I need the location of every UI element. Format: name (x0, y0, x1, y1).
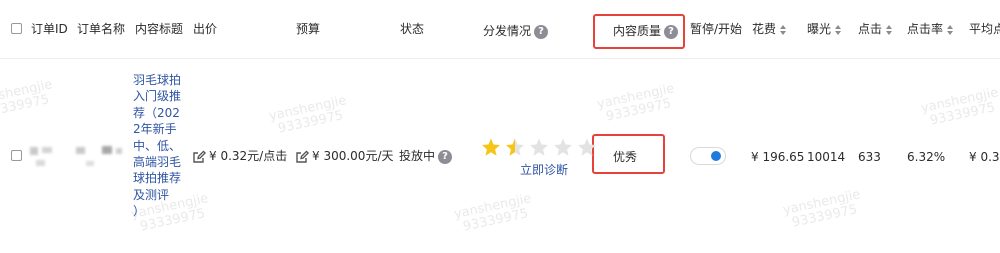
col-content-title: 内容标题 (135, 22, 184, 36)
help-icon[interactable]: ? (534, 24, 549, 39)
pause-start-toggle[interactable] (690, 147, 726, 165)
ctr-value: 6.32% (907, 150, 946, 164)
col-ctr-label: 点击率 (907, 22, 944, 36)
star-icon (577, 138, 597, 156)
bid-value: ¥ 0.32元/点击 (209, 149, 288, 163)
star-icon (481, 138, 501, 156)
sort-icon[interactable] (885, 23, 893, 37)
col-avg: 平均点 (969, 22, 1000, 36)
col-budget: 预算 (296, 22, 321, 36)
sort-icon[interactable] (779, 23, 787, 37)
col-distribution-label: 分发情况 (483, 24, 532, 38)
sort-icon[interactable] (834, 23, 842, 37)
row-checkbox[interactable] (11, 150, 22, 161)
watermark: yanshengjie 93339975 (781, 187, 862, 231)
edit-icon[interactable] (192, 149, 207, 164)
sort-icon[interactable] (946, 23, 954, 37)
col-ctr[interactable]: 点击率 (907, 22, 954, 37)
table-header: 订单ID 订单名称 内容标题 出价 预算 状态 分发情况? 内容质量? 暂停/开… (0, 0, 1000, 58)
quality-value: 优秀 (613, 150, 638, 164)
col-cost-label: 花费 (752, 22, 777, 36)
title-line: 入门级推 (133, 89, 182, 104)
watermark: yanshengjie 93339975 (919, 85, 1000, 129)
star-icon (529, 138, 549, 156)
watermark: yanshengjie 93339975 (452, 191, 533, 235)
title-line: 2年新手 (133, 122, 177, 137)
col-distribution: 分发情况? (483, 24, 549, 39)
col-order-id: 订单ID (31, 22, 68, 36)
title-line: 球拍推荐 (133, 171, 182, 186)
diagnose-link[interactable]: 立即诊断 (520, 163, 568, 177)
watermark: yanshengjie 93339975 (267, 93, 348, 137)
status-cell: 投放中? (399, 149, 453, 164)
header-divider (0, 58, 1000, 59)
col-pause-start: 暂停/开始 (690, 22, 743, 36)
col-exposure-label: 曝光 (807, 22, 832, 36)
col-exposure[interactable]: 曝光 (807, 22, 842, 37)
exposure-value: 10014 (807, 150, 846, 164)
col-bid: 出价 (193, 22, 218, 36)
bid-cell: ¥ 0.32元/点击 (192, 149, 287, 164)
budget-cell: ¥ 300.00元/天 (295, 149, 393, 164)
title-line: 荐（202 (133, 105, 180, 120)
watermark: yanshengjie 93339975 (595, 81, 676, 125)
watermark: yanshengjie 93339975 (0, 77, 54, 121)
cost-value: ¥ 196.65 (751, 150, 805, 164)
col-clicks-label: 点击 (858, 22, 883, 36)
quality-header-highlight (593, 14, 685, 49)
content-title-link[interactable]: 羽毛球拍 入门级推 荐（202 2年新手 中、低、 高端羽毛 球拍推荐 及测评 … (133, 72, 189, 220)
title-line: ） (133, 204, 146, 219)
title-line: 羽毛球拍 (133, 73, 182, 87)
select-all-checkbox[interactable] (11, 23, 22, 34)
col-order-name: 订单名称 (77, 22, 126, 36)
title-line: 高端羽毛 (133, 155, 182, 170)
col-status: 状态 (400, 22, 425, 36)
help-icon[interactable]: ? (438, 149, 453, 164)
toggle-knob (711, 151, 721, 161)
title-line: 中、低、 (133, 138, 182, 153)
edit-icon[interactable] (295, 149, 310, 164)
star-icon (553, 138, 573, 156)
col-cost[interactable]: 花费 (752, 22, 787, 37)
clicks-value: 633 (858, 150, 881, 164)
star-icon (505, 138, 525, 156)
title-line: 及测评 (133, 187, 170, 202)
rating-stars (481, 138, 597, 156)
budget-value: ¥ 300.00元/天 (312, 149, 394, 163)
col-clicks[interactable]: 点击 (858, 22, 893, 37)
avg-value: ¥ 0.31 (969, 150, 1000, 164)
status-value: 投放中 (399, 149, 436, 163)
